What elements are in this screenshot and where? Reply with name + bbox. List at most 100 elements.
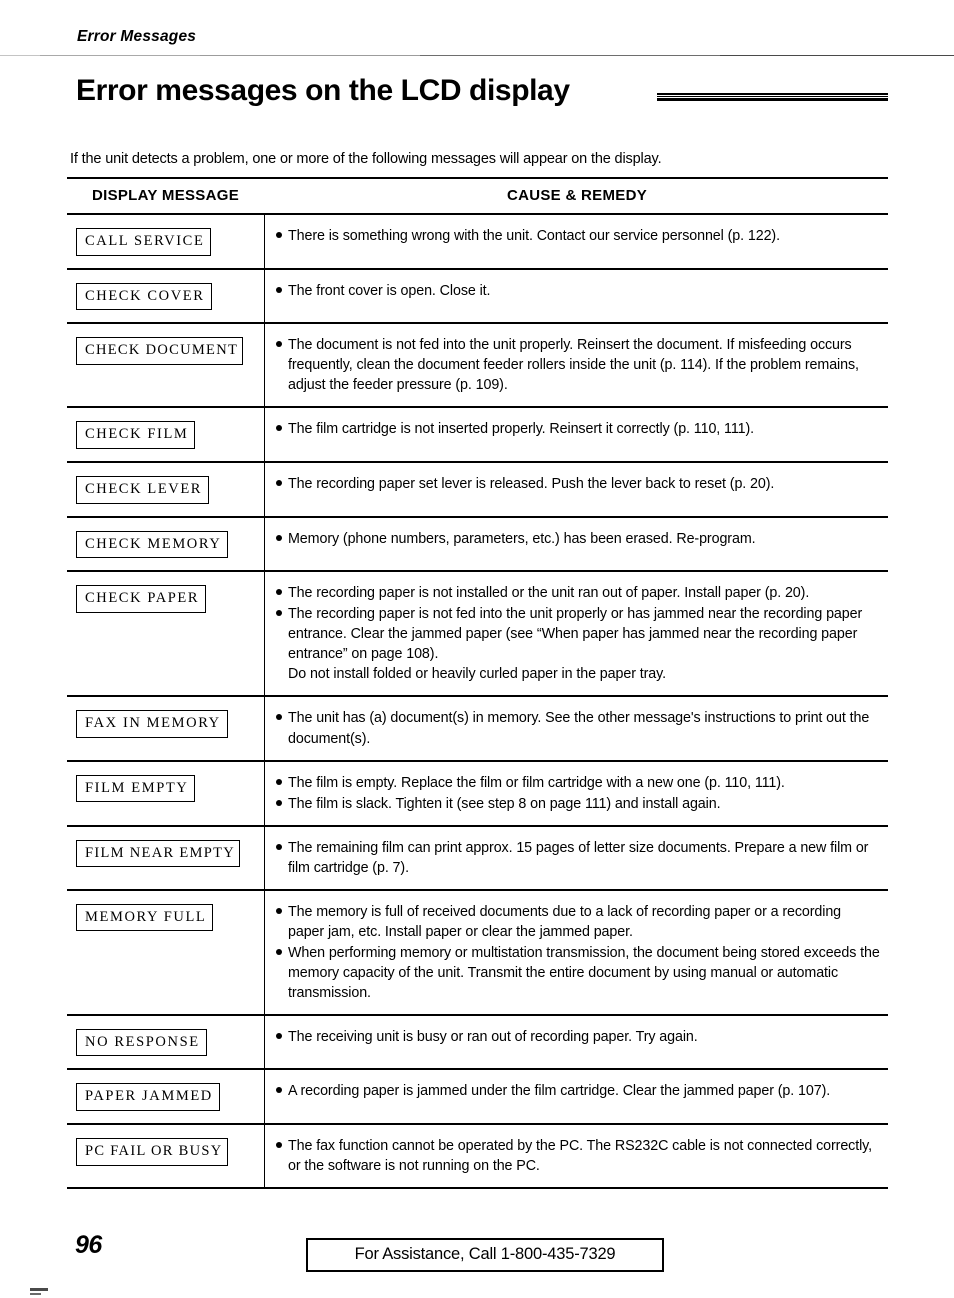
cell-display-message: NO RESPONSE	[67, 1015, 265, 1069]
cause-bullet-item: A recording paper is jammed under the fi…	[276, 1081, 880, 1101]
table-row: MEMORY FULL The memory is full of receive…	[67, 890, 888, 1016]
cell-display-message: CHECK PAPER	[67, 572, 265, 696]
table-row: CHECK FILM The film cartridge is not inse…	[67, 408, 888, 464]
table-row: FILM NEAR EMPTY The remaining film can pr…	[67, 826, 888, 891]
bullet-dot-icon	[276, 1142, 282, 1148]
cause-bullet-item: The unit has (a) document(s) in memory. …	[276, 708, 880, 748]
cause-text: The document is not fed into the unit pr…	[288, 337, 859, 394]
cause-text: The film is empty. Replace the film or f…	[288, 774, 785, 791]
cell-cause-remedy: The front cover is open. Close it.	[265, 270, 888, 323]
lcd-message-box: PC FAIL OR BUSY	[76, 1138, 228, 1166]
bullet-dot-icon	[276, 480, 282, 487]
lcd-message-box: CALL SERVICE	[76, 228, 212, 256]
lcd-message-box: FILM EMPTY	[76, 774, 196, 803]
bullet-dot-icon	[276, 534, 282, 541]
page-number: 96	[75, 1231, 102, 1259]
cell-display-message: CHECK LEVER	[67, 463, 265, 516]
bullet-dot-icon	[276, 948, 282, 955]
bullet-dot-icon	[276, 1032, 282, 1039]
cell-display-message: CHECK DOCUMENT	[67, 324, 265, 407]
cell-display-message: MEMORY FULL	[67, 890, 265, 1014]
lcd-message-box: PAPER JAMMED	[76, 1083, 220, 1111]
cell-cause-remedy: There is something wrong with the unit. …	[265, 215, 888, 268]
cell-display-message: PAPER JAMMED	[67, 1070, 265, 1123]
table-row: CHECK PAPER The recording paper is not in…	[67, 572, 888, 698]
cause-text: The film cartridge is not inserted prope…	[288, 421, 755, 438]
cause-text: There is something wrong with the unit. …	[288, 228, 780, 244]
cause-bullet-item: The front cover is open. Close it.	[276, 281, 880, 301]
cell-display-message: CHECK MEMORY	[67, 517, 265, 571]
cell-cause-remedy: The recording paper is not installed or …	[265, 572, 888, 695]
bullet-dot-icon	[276, 714, 282, 721]
lcd-message-box: CHECK LEVER	[76, 476, 210, 504]
cause-bullet-item: The recording paper set lever is release…	[276, 474, 880, 494]
cell-cause-remedy: Memory (phone numbers, parameters, etc.)…	[265, 518, 888, 571]
table-row: PAPER JAMMED A recording paper is jammed …	[67, 1070, 888, 1125]
cause-bullet-item: The film cartridge is not inserted prope…	[276, 419, 880, 439]
cause-text: The unit has (a) document(s) in memory. …	[288, 710, 870, 747]
cause-bullet-item: The remaining film can print approx. 15 …	[276, 838, 880, 878]
cause-text: The fax function cannot be operated by t…	[288, 1138, 873, 1175]
page-title: Error messages on the LCD display	[76, 74, 570, 107]
cell-display-message: PC FAIL OR BUSY	[67, 1125, 265, 1188]
cause-bullet-item: The fax function cannot be operated by t…	[276, 1136, 880, 1176]
cell-display-message: CALL SERVICE	[67, 215, 265, 268]
cause-text: Do not install folded or heavily curled …	[288, 666, 666, 683]
cause-text: The front cover is open. Close it.	[288, 282, 491, 299]
cause-bullet-item: The receiving unit is busy or ran out of…	[276, 1027, 880, 1047]
cell-display-message: CHECK COVER	[67, 269, 265, 323]
cause-bullet-item: The document is not fed into the unit pr…	[276, 335, 880, 395]
table-row: CHECK COVER The front cover is open. Clos…	[67, 269, 888, 325]
cell-display-message: FAX IN MEMORY	[67, 697, 265, 760]
cause-bullet-item: The film is empty. Replace the film or f…	[276, 773, 880, 793]
lcd-message-box: CHECK DOCUMENT	[76, 337, 244, 366]
cause-text: When performing memory or multistation t…	[288, 944, 880, 1001]
lcd-message-box: CHECK COVER	[76, 282, 212, 311]
cell-display-message: FILM EMPTY	[67, 761, 265, 825]
column-header-cause-remedy: CAUSE & REMEDY	[506, 187, 648, 204]
cause-bullet-item: When performing memory or multistation t…	[276, 943, 880, 1003]
cause-bullet-item: The recording paper is not fed into the …	[276, 604, 880, 684]
table-row: FILM EMPTY The film is empty. Replace the…	[67, 761, 888, 827]
table-row: FAX IN MEMORY The unit has (a) document(s…	[67, 697, 888, 762]
header-divider-rule	[0, 55, 954, 56]
bullet-dot-icon	[276, 778, 282, 785]
assistance-box: For Assistance, Call 1-800-435-7329	[306, 1238, 664, 1272]
bullet-dot-icon	[276, 907, 282, 914]
cell-cause-remedy: The memory is full of received documents…	[265, 891, 888, 1014]
scan-artifact-mark-secondary	[30, 1293, 41, 1295]
cause-text: The recording paper is not fed into the …	[288, 606, 863, 663]
bullet-dot-icon	[276, 232, 282, 238]
cause-text: The remaining film can print approx. 15 …	[288, 839, 869, 876]
cell-display-message: FILM NEAR EMPTY	[67, 826, 265, 889]
running-head: Error Messages	[77, 28, 197, 45]
table-body: CALL SERVICE There is something wrong wit…	[67, 215, 888, 1190]
error-messages-table: DISPLAY MESSAGE CAUSE & REMEDY CALL SERV…	[67, 177, 888, 1190]
bullet-dot-icon	[276, 799, 282, 806]
table-row: CHECK DOCUMENT The document is not fed in…	[67, 324, 888, 409]
cell-cause-remedy: The document is not fed into the unit pr…	[265, 324, 888, 406]
column-header-display-message: DISPLAY MESSAGE	[91, 187, 240, 204]
cause-text: Memory (phone numbers, parameters, etc.)…	[288, 530, 756, 547]
lcd-message-box: MEMORY FULL	[76, 903, 214, 932]
cell-cause-remedy: The remaining film can print approx. 15 …	[265, 827, 888, 889]
cell-cause-remedy: The film is empty. Replace the film or f…	[265, 762, 888, 825]
cause-text: The recording paper is not installed or …	[288, 585, 810, 602]
bullet-dot-icon	[276, 425, 282, 432]
table-header-row: DISPLAY MESSAGE CAUSE & REMEDY	[67, 177, 888, 215]
lcd-message-box: CHECK FILM	[76, 421, 196, 450]
bullet-dot-icon	[276, 1087, 282, 1094]
cell-cause-remedy: The fax function cannot be operated by t…	[265, 1125, 888, 1187]
cause-text: The receiving unit is busy or ran out of…	[288, 1028, 698, 1045]
bullet-dot-icon	[276, 610, 282, 617]
table-row: CALL SERVICE There is something wrong wit…	[67, 215, 888, 270]
cause-bullet-item: Memory (phone numbers, parameters, etc.)…	[276, 529, 880, 549]
cell-cause-remedy: A recording paper is jammed under the fi…	[265, 1070, 888, 1123]
cell-cause-remedy: The film cartridge is not inserted prope…	[265, 408, 888, 461]
bullet-dot-icon	[276, 286, 282, 293]
table-row: CHECK LEVER The recording paper set lever…	[67, 463, 888, 518]
bullet-dot-icon	[276, 589, 282, 596]
intro-paragraph: If the unit detects a problem, one or mo…	[70, 151, 662, 167]
lcd-message-box: NO RESPONSE	[76, 1028, 207, 1057]
cause-text: The film is slack. Tighten it (see step …	[288, 795, 721, 812]
